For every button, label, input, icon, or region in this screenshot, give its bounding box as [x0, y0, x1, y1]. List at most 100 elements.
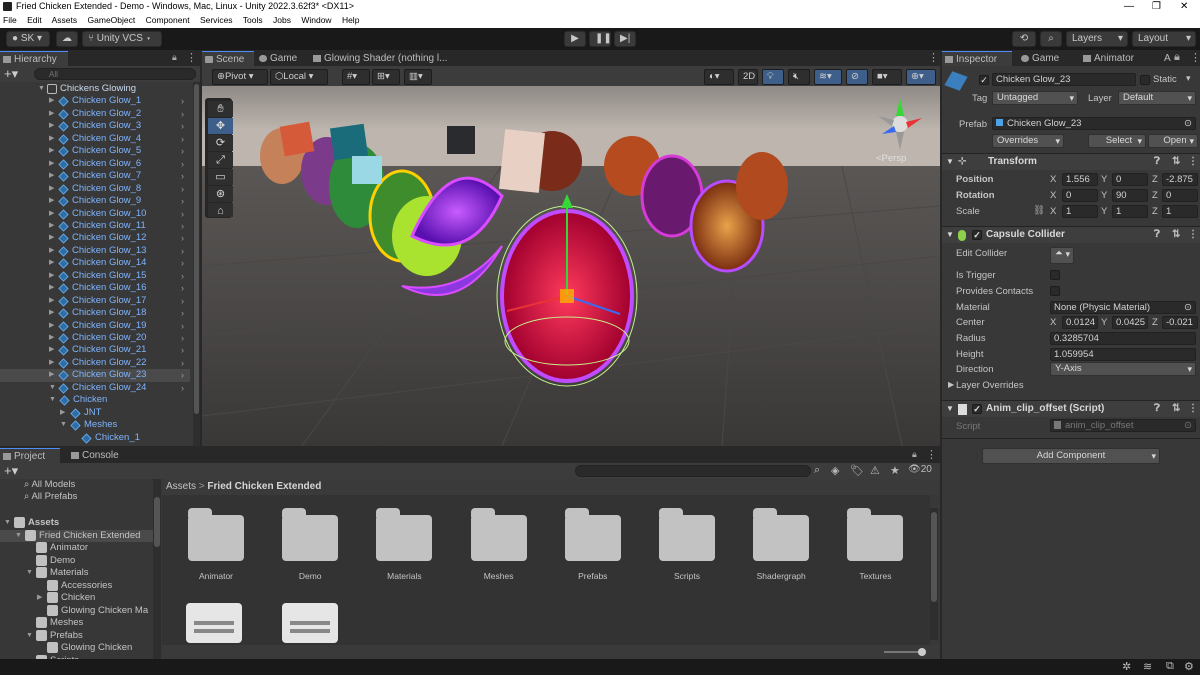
preset-icon[interactable]: ⇅ [1172, 401, 1180, 417]
chevron-right-icon[interactable]: › [181, 282, 184, 295]
hierarchy-item[interactable]: ▶ Chicken Glow_11 › [0, 220, 190, 233]
hierarchy-item[interactable]: ▶ Chicken Glow_4 › [0, 133, 190, 146]
hierarchy-item[interactable]: ▶ Chicken Glow_17 › [0, 295, 190, 308]
layers-stack-icon[interactable]: ≋ [1143, 660, 1152, 673]
tab-game-inspector[interactable]: Game [1018, 51, 1070, 66]
project-tree-scrollbar[interactable] [153, 479, 161, 659]
expand-icon[interactable]: ▶ [49, 183, 54, 196]
expand-icon[interactable]: ▼ [38, 83, 45, 96]
script-component-header[interactable]: ▼ ✓ Anim_clip_offset (Script) ❓︎ ⇅ ⋮ [942, 400, 1200, 417]
folder-asset[interactable] [659, 508, 715, 561]
script-enabled-checkbox[interactable]: ✓ [972, 404, 982, 414]
effects-dropdown[interactable]: ≋▾ [814, 69, 842, 85]
project-tree-item[interactable]: ▶ Chicken [0, 592, 153, 605]
scroll-thumb[interactable] [194, 84, 199, 414]
hierarchy-item[interactable]: ▶ Chicken Glow_12 › [0, 232, 190, 245]
hierarchy-item[interactable]: ▼ Chicken Glow_24 › [0, 382, 190, 395]
rect-tool[interactable]: ▭ [208, 169, 233, 185]
menu-jobs[interactable]: Jobs [273, 15, 291, 25]
foldout-icon[interactable]: ▼ [946, 227, 954, 243]
search-by-type-icon[interactable]: ⌕ [814, 464, 820, 477]
chevron-right-icon[interactable]: › [181, 195, 184, 208]
visibility-toggle[interactable]: ⊘ [846, 69, 868, 85]
hierarchy-child[interactable]: ▼ Chicken [0, 394, 190, 407]
audio-toggle[interactable]: 🔇︎ [788, 69, 810, 85]
warning-icon[interactable]: ⚠︎ [870, 464, 880, 477]
is-trigger-checkbox[interactable] [1050, 270, 1060, 280]
chevron-right-icon[interactable]: › [181, 183, 184, 196]
rotation-y-field[interactable]: 90 [1112, 189, 1148, 202]
hierarchy-item[interactable]: ▶ Chicken Glow_5 › [0, 145, 190, 158]
chevron-right-icon[interactable]: › [181, 332, 184, 345]
hierarchy-search-input[interactable] [34, 68, 196, 80]
preset-icon[interactable]: ⇅ [1172, 154, 1180, 170]
project-tree-item[interactable]: ▼ Fried Chicken Extended [0, 529, 153, 542]
folder-asset[interactable] [847, 508, 904, 561]
hierarchy-root[interactable]: ▼ Chickens Glowing [0, 83, 190, 96]
expand-icon[interactable]: ▶ [49, 320, 54, 333]
tag-dropdown[interactable]: Untagged [992, 91, 1078, 105]
project-tree-item[interactable]: ▼ Assets [0, 517, 153, 530]
asset-grid-scrollbar[interactable] [930, 508, 938, 640]
breadcrumb-current[interactable]: Fried Chicken Extended [207, 481, 321, 492]
file-asset-1[interactable] [186, 603, 242, 643]
scroll-thumb[interactable] [154, 497, 160, 547]
chevron-right-icon[interactable]: › [181, 108, 184, 121]
chevron-right-icon[interactable]: › [181, 357, 184, 370]
hierarchy-item[interactable]: ▶ Chicken Glow_14 › [0, 257, 190, 270]
expand-icon[interactable]: ▶ [49, 257, 54, 270]
select-button[interactable]: Select [1088, 134, 1146, 148]
foldout-icon[interactable]: ▼ [946, 154, 954, 170]
hierarchy-item[interactable]: ▶ Chicken Glow_19 › [0, 320, 190, 333]
expand-icon[interactable]: ▶ [49, 195, 54, 208]
hierarchy-item[interactable]: ▶ Chicken Glow_1 › [0, 95, 190, 108]
expand-icon[interactable]: ▶ [49, 369, 54, 382]
menu-window[interactable]: Window [301, 15, 331, 25]
zoom-slider-handle[interactable] [918, 648, 926, 656]
menu-component[interactable]: Component [146, 15, 190, 25]
hierarchy-item[interactable]: ▶ Chicken Glow_23 › [0, 369, 190, 382]
chevron-right-icon[interactable]: › [181, 220, 184, 233]
project-tree-item[interactable]: ▼ Materials [0, 567, 153, 580]
scale-y-field[interactable]: 1 [1112, 205, 1148, 218]
vcs-dropdown[interactable]: ⑂ Unity VCS ▾ [82, 31, 162, 47]
material-field[interactable]: None (Physic Material) ⊙ [1050, 301, 1196, 314]
cache-server-icon[interactable]: ⧉ [1166, 660, 1174, 673]
search-button[interactable]: ⌕ [1040, 31, 1062, 47]
breadcrumb-assets[interactable]: Assets [166, 481, 196, 492]
chevron-right-icon[interactable]: › [181, 208, 184, 221]
folder-asset[interactable] [282, 508, 339, 561]
expand-icon[interactable]: ▼ [26, 567, 33, 580]
panel-menu-icon[interactable]: ⋮ [926, 448, 937, 461]
hierarchy-item[interactable]: ▶ Chicken Glow_18 › [0, 307, 190, 320]
static-dropdown-icon[interactable]: ▾ [1186, 73, 1191, 84]
snap-grid-button[interactable]: #▾ [342, 69, 370, 85]
lock-icon[interactable]: 🔒︎ [172, 52, 177, 63]
folder-asset[interactable] [564, 508, 621, 561]
center-x-field[interactable]: 0.0124 [1062, 316, 1098, 329]
tab-console[interactable]: Console [68, 448, 126, 463]
project-tree-item[interactable]: ▼ Prefabs [0, 629, 153, 643]
height-field[interactable]: 1.059954 [1050, 348, 1196, 361]
expand-icon[interactable]: ▶ [49, 307, 54, 320]
rotation-z-field[interactable]: 0 [1162, 189, 1198, 202]
gizmos-dropdown[interactable]: ⊕▾ [906, 69, 936, 85]
tab-hierarchy[interactable]: Hierarchy [0, 51, 68, 66]
label-filter-icon[interactable]: 🏷︎ [850, 464, 864, 477]
component-menu-icon[interactable]: ⋮ [1188, 227, 1198, 243]
rotate-tool[interactable]: ⟳ [208, 135, 233, 151]
expand-icon[interactable]: ▶ [49, 220, 54, 233]
hierarchy-item[interactable]: ▶ Chicken Glow_6 › [0, 158, 190, 171]
debug-icon[interactable]: ✲ [1122, 660, 1131, 673]
chevron-right-icon[interactable]: › [181, 158, 184, 171]
hand-tool[interactable]: ✋︎ [208, 101, 233, 117]
expand-icon[interactable]: ▶ [49, 145, 54, 158]
layers-dropdown[interactable]: Layers ▾ [1066, 31, 1128, 47]
cloud-button[interactable]: ☁ [56, 31, 78, 47]
chevron-right-icon[interactable]: › [181, 120, 184, 133]
scroll-thumb[interactable] [931, 512, 937, 602]
expand-icon[interactable]: ▶ [37, 592, 42, 605]
project-tree-item[interactable]: Glowing Chicken Ma [0, 604, 153, 618]
position-z-field[interactable]: -2.875 [1162, 173, 1198, 186]
expand-icon[interactable]: ▶ [49, 245, 54, 258]
